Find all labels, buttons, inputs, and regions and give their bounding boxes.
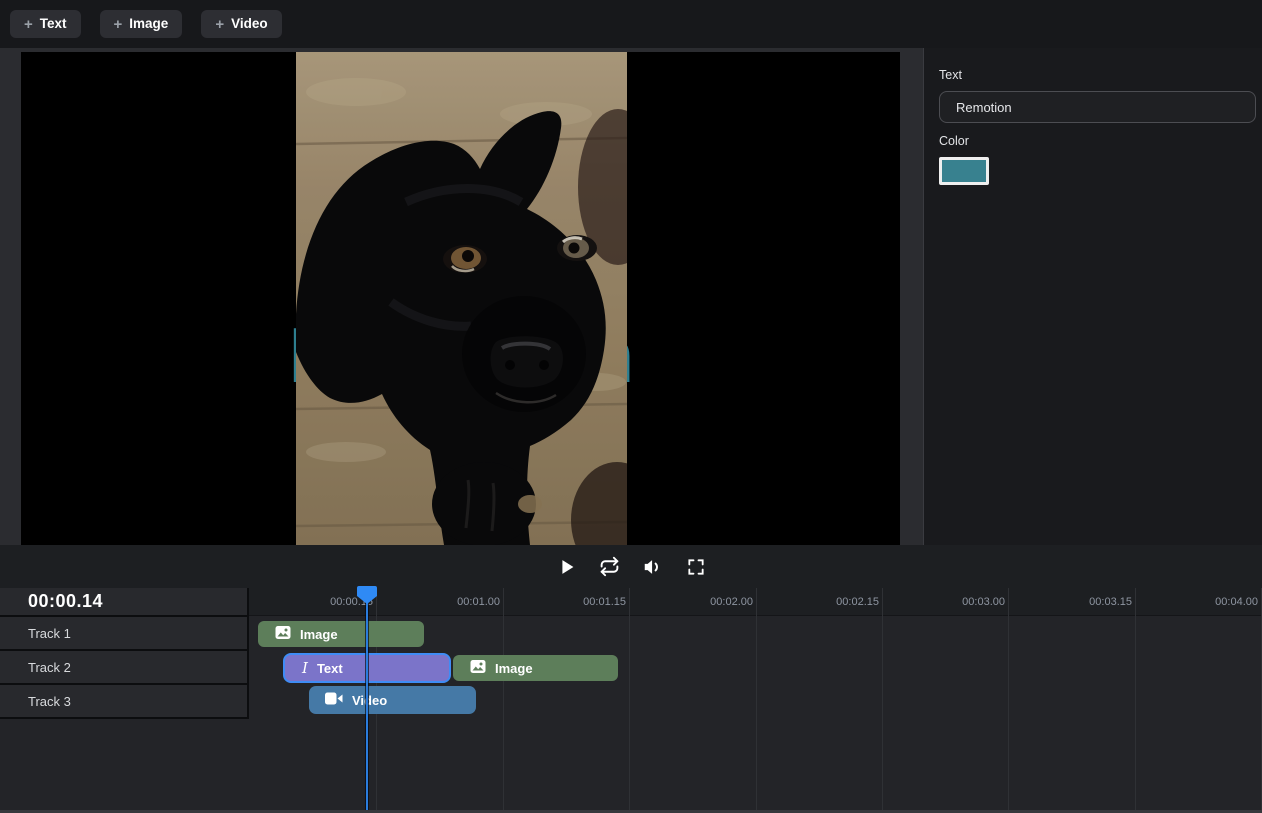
playhead-line[interactable]: [366, 588, 368, 810]
volume-icon: [642, 556, 664, 578]
dog-photo-image: [296, 52, 627, 545]
text-field-wrap: [939, 91, 1256, 123]
player-controls: [0, 545, 1262, 588]
clip-label: Image: [300, 627, 338, 642]
ruler-tick-label: 00:03.15: [1032, 588, 1132, 616]
ruler-tick-label: 00:02.15: [779, 588, 879, 616]
plus-icon: +: [24, 17, 33, 32]
video-editor-app: + Text + Image + Video Remotion: [0, 0, 1262, 813]
clip-label: Image: [495, 661, 533, 676]
track-label-2[interactable]: Track 2: [0, 651, 247, 685]
color-swatch[interactable]: [939, 157, 989, 185]
playhead-marker[interactable]: [357, 586, 377, 609]
timeline: 00:00.15 00:01.00 00:01.15 00:02.00 00:0…: [0, 588, 1262, 813]
add-image-button[interactable]: + Image: [100, 10, 183, 38]
clip-label: Video: [352, 693, 387, 708]
italic-text-icon: I: [302, 659, 308, 677]
main-area: Remotion: [0, 48, 1262, 545]
loop-icon: [599, 556, 620, 577]
ruler-tick-label: 00:03.00: [905, 588, 1005, 616]
ruler-gridline: [1008, 588, 1009, 810]
color-field-label: Color: [939, 134, 1256, 148]
clip-label: Text: [317, 661, 343, 676]
play-icon: [556, 556, 578, 578]
add-video-label: Video: [231, 17, 268, 31]
ruler-tick-label: 00:02.00: [653, 588, 753, 616]
add-video-button[interactable]: + Video: [201, 10, 281, 38]
ruler-tick-label: 00:01.15: [526, 588, 626, 616]
loop-button[interactable]: [597, 554, 623, 580]
timeline-clip-image-1[interactable]: Image: [258, 621, 424, 647]
ruler-gridline: [1135, 588, 1136, 810]
image-icon: [275, 625, 291, 643]
inspector-panel: Text Color: [924, 48, 1262, 545]
timeline-clip-image-2[interactable]: Image: [453, 655, 618, 681]
timeline-clip-video[interactable]: Video: [309, 686, 476, 714]
fullscreen-button[interactable]: [683, 554, 709, 580]
add-image-label: Image: [129, 17, 168, 31]
text-field-label: Text: [939, 68, 1256, 82]
ruler-gridline: [629, 588, 630, 810]
plus-icon: +: [114, 17, 123, 32]
ruler-gridline: [503, 588, 504, 810]
ruler-tick-label: 00:01.00: [400, 588, 500, 616]
video-preview[interactable]: Remotion: [21, 52, 900, 545]
plus-icon: +: [215, 17, 224, 32]
video-camera-icon: [325, 691, 343, 709]
ruler-gridline: [882, 588, 883, 810]
fullscreen-icon: [686, 557, 706, 577]
ruler-gridline: [756, 588, 757, 810]
volume-button[interactable]: [640, 554, 666, 580]
add-text-button[interactable]: + Text: [10, 10, 81, 38]
image-icon: [470, 659, 486, 677]
track-label-3[interactable]: Track 3: [0, 685, 247, 719]
current-timecode: 00:00.14: [0, 588, 247, 617]
toolbar: + Text + Image + Video: [0, 0, 1262, 48]
add-text-label: Text: [40, 17, 67, 31]
text-input[interactable]: [939, 91, 1256, 123]
timeline-left-column: 00:00.14 Track 1 Track 2 Track 3: [0, 588, 249, 719]
ruler-tick-label: 00:04.00: [1158, 588, 1258, 616]
track-label-1[interactable]: Track 1: [0, 617, 247, 651]
play-button[interactable]: [554, 554, 580, 580]
